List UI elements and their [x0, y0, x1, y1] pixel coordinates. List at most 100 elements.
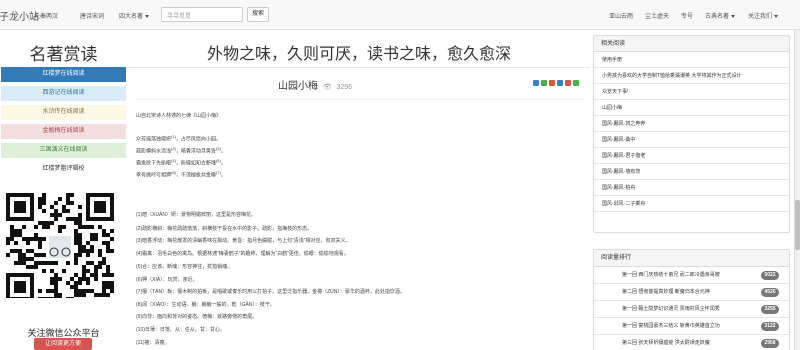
ranking-count-badge: 5022 — [761, 271, 779, 280]
article-line: (10)日薄：日落。从：任从。甘：甘心。 — [136, 326, 225, 333]
ranking-item[interactable]: 第三回 张天师祈禳瘟疫 洪太尉误走妖魔 2958 — [594, 335, 789, 350]
ranking-item-label: 第一回 西门庆热结十弟兄 武二郎冷遇亲哥嫂 — [622, 272, 720, 278]
article-line: (9)向背：面向和背对的姿态。猗梅：就路旁傍的角尾。 — [136, 313, 257, 320]
line-text: ，占尽风情向小园。 — [175, 136, 221, 143]
article-line: (4)霜禽：羽毛白色的禽鸟。根据林逋“梅妻鹤子”的趣称，理解为“白鹤”更佳。偷眼… — [136, 250, 349, 257]
line-text: (11)瘦：清瘦。 — [136, 340, 170, 346]
ranking-count-badge: 3122 — [761, 322, 779, 331]
ranking-count-badge: 4526 — [761, 288, 779, 297]
nav-item-xianqin[interactable]: 先秦两汉 — [34, 11, 58, 20]
related-panel-title: 相关阅读 — [594, 36, 789, 52]
caret-down-icon — [731, 14, 736, 18]
related-item[interactable]: 众览天下事! — [594, 84, 789, 100]
ranking-panel-title: 阅读量排行 — [594, 250, 789, 267]
share-wechat-icon[interactable] — [573, 80, 579, 86]
ranking-item[interactable]: 第一回 宴桃园豪杰三结义 斩黄巾英雄首立功 3122 — [594, 318, 789, 335]
page-scrollbar[interactable] — [794, 30, 800, 350]
line-text: ，暗香浮动月黄昏 — [175, 148, 216, 155]
share-weibo-icon[interactable] — [549, 80, 555, 86]
headline-divider — [128, 67, 590, 68]
related-item[interactable]: 国风·鄘风·墙有茨 — [594, 164, 789, 180]
related-item[interactable]: 国风·鄘风·君子偕老 — [594, 148, 789, 164]
caret-down-icon — [774, 14, 779, 18]
related-item[interactable]: 国风·鄘风·桑中 — [594, 132, 789, 148]
share-qzone-icon[interactable] — [541, 80, 547, 86]
classics-menu-item[interactable]: 红楼梦脂评辑校 — [0, 161, 127, 178]
share-add-icon[interactable] — [533, 80, 539, 86]
line-text: 众芳摇落独暄妍 — [136, 136, 172, 143]
ranking-panel: 阅读量排行 第一回 西门庆热结十弟兄 武二郎冷遇亲哥嫂 5022 第二回 悟彻菩提真… — [593, 249, 790, 350]
related-panel: 相关阅读 使用手册 小男孩为喜欢的大学自制T恤给乘漏潮英 大学将其作为正式设计 众览… — [593, 35, 790, 233]
classics-menu-item[interactable]: 三国演义在线阅读 — [0, 142, 127, 159]
article-divider — [136, 99, 584, 100]
related-item[interactable]: 国风·邶风·二子乘舟 — [594, 196, 789, 212]
nav-item-mingzhu-dropdown[interactable]: 四大名著 — [119, 11, 150, 20]
ranking-item-label: 第二回 悟彻菩提真妙理 断魔归本合元神 — [622, 289, 710, 295]
nav-item-label: 古典名著 — [705, 14, 730, 20]
related-item[interactable]: 使用手册 — [594, 52, 789, 68]
search-button[interactable]: 搜索 — [247, 7, 269, 22]
ranking-item[interactable]: 第一回 甄士隐梦幻识通灵 贾雨村风尘怀闺秀 3255 — [594, 301, 789, 318]
line-text: (8)阔（XIÁO）：生动语。躺：躺躺一般的。乾（GĀN）：枝干。 — [136, 302, 275, 308]
nav-item-label: 四大名著 — [119, 14, 144, 20]
line-text: 。 — [220, 148, 226, 155]
search-input[interactable]: 寻寻觅觅 — [161, 7, 243, 22]
line-text: 霜禽欲下先偷眼 — [136, 160, 172, 167]
nav-item-tangshi[interactable]: 唐诗宋词 — [80, 11, 104, 20]
wechat-qr-code — [6, 193, 114, 298]
ranking-item-label: 第三回 张天师祈禳瘟疫 洪太尉误走妖魔 — [622, 340, 710, 346]
line-text: (3)暗香浮动：梅花散发的清幽香味在飘动。黄昏：指月色朦胧，与上句“清浅”相对应… — [136, 238, 351, 244]
article-title: 山园小梅 — [278, 81, 318, 92]
share-tencent-icon[interactable] — [557, 80, 563, 86]
line-text: (10)日薄：日落。从：任从。甘：甘心。 — [136, 327, 225, 333]
line-text: (9)向背：面向和背对的姿态。猗梅：就路旁傍的角尾。 — [136, 314, 258, 320]
line-text: (7)檀（TÁN）板：檀木制的拍板，是唱歌或奏乐时用以打拍子。这里泛指乐器。金樽… — [136, 289, 405, 295]
ranking-count-badge: 3255 — [761, 305, 779, 314]
line-text: ，粉蝶如知合断魂 — [175, 160, 216, 167]
top-navbar: 子龙小站 先秦两汉 唐诗宋词 四大名著 寻寻觅觅 搜索 亚山云雨 尘土虚天 专号… — [0, 0, 800, 30]
wechat-follow-button[interactable]: 让阅读更方便 — [34, 338, 92, 350]
article-line: (7)檀（TÁN）板：檀木制的拍板，是唱歌或奏乐时用以打拍子。这里泛指乐器。金樽… — [136, 288, 405, 295]
article-line: (6)狎（XIÁ）：玩赏，亲近。 — [136, 276, 198, 283]
classics-section-title: 名著赏读 — [29, 45, 98, 64]
classics-menu-item[interactable]: 红楼梦在线阅读 — [0, 66, 127, 83]
caret-down-icon — [145, 14, 150, 18]
line-text: (2)疏影横斜：梅花疏疏落落，斜横枝干投在水中的影子。疏影，指梅枝的形态。 — [136, 226, 313, 232]
line-text: 。 — [220, 160, 226, 167]
article-line: (8)阔（XIÁO）：生动语。躺：躺躺一般的。乾（GĀN）：枝干。 — [136, 301, 275, 308]
related-item[interactable]: 山园小梅 — [594, 100, 789, 116]
article-line: 疏影横斜水清浅(2)，暗香浮动月黄昏(3)。 — [136, 146, 226, 155]
ranking-item[interactable]: 第一回 西门庆热结十弟兄 武二郎冷遇亲哥嫂 5022 — [594, 267, 789, 284]
line-text: 山自北宋诗人林逋的七律《山园小梅》 — [136, 113, 222, 119]
article-line: (5)合：应该。断魂：形容神往，犹指销魂。 — [136, 263, 232, 270]
ranking-item-label: 第一回 甄士隐梦幻识通灵 贾雨村风尘怀闺秀 — [622, 306, 720, 312]
article-line: (3)暗香浮动：梅花散发的清幽香味在飘动。黄昏：指月色朦胧，与上句“清浅”相对应… — [136, 237, 350, 244]
nav-item-gudian-dropdown[interactable]: 古典名著 — [705, 11, 736, 20]
classics-menu-item[interactable]: 西游记在线阅读 — [0, 85, 127, 102]
nav-item-zhuanhao[interactable]: 专号 — [681, 11, 693, 20]
nav-item-follow-dropdown[interactable]: 关注我们 — [748, 11, 779, 20]
classics-menu-item[interactable]: 水浒传在线阅读 — [0, 104, 127, 121]
ranking-item-label: 第一回 宴桃园豪杰三结义 斩黄巾英雄首立功 — [622, 323, 720, 329]
ranking-item[interactable]: 第二回 悟彻菩提真妙理 断魔归本合元神 4526 — [594, 284, 789, 301]
article-line: (1)暄（XUĀN）妍：景物明媚鲜丽，这里是形容梅花。 — [136, 211, 256, 218]
line-text: (1)暄（XUĀN）妍：景物明媚鲜丽，这里是形容梅花。 — [136, 212, 257, 218]
nav-item-chentu[interactable]: 尘土虚天 — [645, 11, 669, 20]
related-item[interactable]: 小男孩为喜欢的大学自制T恤给乘漏潮英 大学将其作为正式设计 — [594, 68, 789, 84]
line-text: (6)狎（XIÁ）：玩赏，亲近。 — [136, 277, 198, 283]
nav-item-yashan[interactable]: 亚山云雨 — [609, 11, 633, 20]
classics-menu-item[interactable]: 金瓶梅在线阅读 — [0, 123, 127, 140]
line-text: ，不须檀板共金樽 — [175, 172, 216, 179]
article-title-row: 山园小梅 👁 3296 — [278, 77, 352, 92]
eye-icon: 👁 — [322, 84, 332, 91]
line-text: (4)霜禽：羽毛白色的禽鸟。根据林逋“梅妻鹤子”的趣称，理解为“白鹤”更佳。偷眼… — [136, 251, 349, 257]
ranking-count-badge: 2958 — [761, 339, 779, 348]
article-line: (11)瘦：清瘦。 — [136, 339, 170, 346]
scrollbar-thumb[interactable] — [795, 200, 800, 250]
related-item[interactable]: 国风·鄘风·柏舟 — [594, 180, 789, 196]
related-item[interactable]: 国风·鄘风·鹑之奔奔 — [594, 116, 789, 132]
line-text: (5)合：应该。断魂：形容神往，犹指销魂。 — [136, 264, 233, 270]
share-renren-icon[interactable] — [565, 80, 571, 86]
article-line: 幸有微吟可相狎(6)，不须檀板共金樽(7)。 — [136, 170, 226, 179]
article-line: 众芳摇落独暄妍(1)，占尽风情向小园。 — [136, 134, 221, 143]
